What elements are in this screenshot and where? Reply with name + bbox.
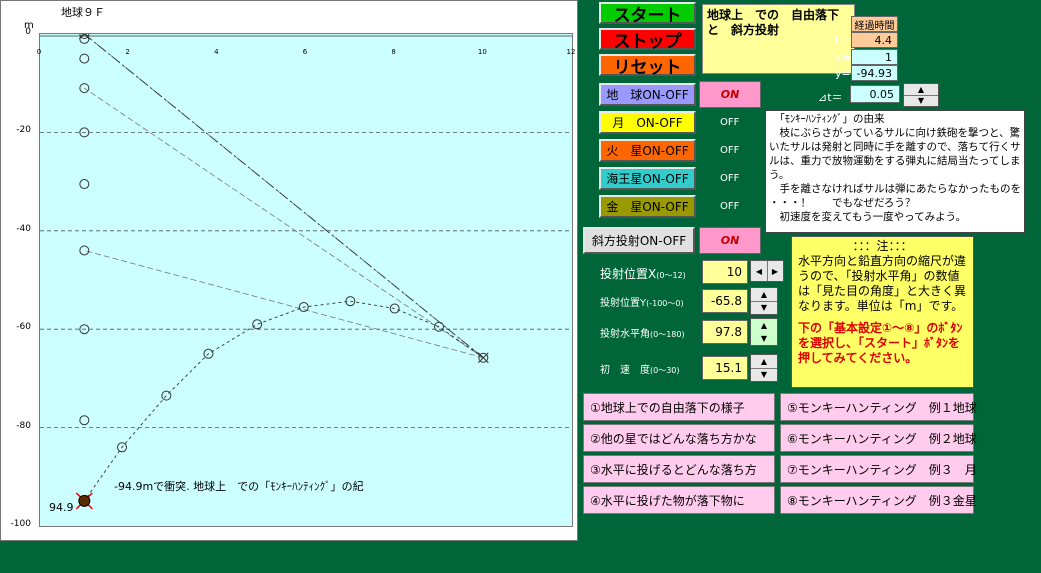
projectile-trajectory <box>83 300 484 502</box>
start-button[interactable]: スタート <box>599 2 696 26</box>
y-tick-label: -80 <box>16 420 31 431</box>
x-tick-label: 0 <box>36 48 42 56</box>
parameter-label: 投射位置X(0～12) <box>600 265 686 282</box>
planet-state: OFF <box>720 145 740 156</box>
spinner-down-icon[interactable]: ▼ <box>751 301 777 314</box>
collision-point <box>78 494 91 507</box>
x-tick-label: 12 <box>566 48 576 56</box>
falling-point <box>79 179 90 190</box>
impact-message: -94.9mで衝突. 地球上 での「ﾓﾝｷｰﾊﾝﾃｨﾝｸﾞ」の紀 <box>114 480 364 493</box>
planet-toggle-button[interactable]: 火 星ON-OFF <box>599 139 696 162</box>
preset-button-1[interactable]: ①地球上での自由落下の様子 <box>583 393 775 421</box>
note-box: ：：：注：：： 水平方向と鉛直方向の縮尺が違うので、「投射水平角」の数値は「見た… <box>791 236 974 388</box>
elapsed-header: 経過時間 <box>851 16 898 32</box>
x-value: 1 <box>851 49 898 65</box>
preset-button-6[interactable]: ⑥モンキーハンティング 例２地球 <box>780 424 977 452</box>
sight-line <box>84 87 484 359</box>
oblique-state: ON <box>699 227 761 254</box>
preset-button-7[interactable]: ⑦モンキーハンティング 例３ 月 <box>780 455 977 483</box>
falling-point <box>79 53 90 64</box>
preset-button-3[interactable]: ③水平に投げるとどんな落ち方 <box>583 455 775 483</box>
note-instruction: 下の「基本設定①～⑧」のﾎﾞﾀﾝを選択し、「スタート」ﾎﾞﾀﾝを押してみてくださ… <box>798 321 963 365</box>
note-body: 水平方向と鉛直方向の縮尺が違うので、「投射水平角」の数値は「見た目の角度」と大き… <box>798 254 967 313</box>
parameter-spinner[interactable]: ◀ ▶ <box>750 260 784 282</box>
x-tick-label: 6 <box>302 48 308 56</box>
planet-toggle-button[interactable]: 金 星ON-OFF <box>599 195 696 218</box>
preset-button-2[interactable]: ②他の星ではどんな落ち方かな <box>583 424 775 452</box>
preset-button-8[interactable]: ⑧モンキーハンティング 例３金星 <box>780 486 977 514</box>
y-tick-label: -40 <box>16 223 31 234</box>
projectile-point <box>252 319 263 330</box>
note-head: ：：：注：：： <box>852 239 913 253</box>
falling-point <box>79 83 90 94</box>
sight-line <box>84 250 484 359</box>
spinner-up-icon[interactable]: ▲ <box>751 319 777 333</box>
spinner-up-icon[interactable]: ▲ <box>751 288 777 302</box>
y-label: y= <box>835 67 851 80</box>
scenario-title: 地球上 での 自由落下と 斜方投射 <box>702 4 855 74</box>
projectile-point <box>161 390 172 401</box>
spinner-right-icon[interactable]: ▶ <box>767 261 783 281</box>
spinner-up-icon[interactable]: ▲ <box>751 355 777 369</box>
planet-state: OFF <box>720 117 740 128</box>
x-tick-label: 8 <box>391 48 396 56</box>
chart-frame: 地球９Ｆ m -94.9mで衝突. 地球上 での「ﾓﾝｷｰﾊﾝﾃｨﾝｸﾞ」の紀 … <box>0 0 578 541</box>
planet-state: OFF <box>720 173 740 184</box>
monkey-hunting-text: 「ﾓﾝｷｰﾊﾝﾃｨﾝｸﾞ」の由来 枝にぶらさがっているサルに向け鉄砲を撃つと、驚… <box>765 110 1025 233</box>
reset-button[interactable]: リセット <box>599 54 696 78</box>
dt-value[interactable]: 0.05 <box>850 85 900 103</box>
parameter-value[interactable]: 97.8 <box>702 320 748 344</box>
parameter-name: 初 速 度 <box>600 365 650 376</box>
parameter-label: 投射水平角(0～180) <box>600 325 685 340</box>
parameter-spinner[interactable]: ▲ ▼ <box>750 318 778 346</box>
stop-button[interactable]: ストップ <box>599 28 696 52</box>
preset-button-4[interactable]: ④水平に投げた物が落下物に <box>583 486 775 514</box>
parameter-spinner[interactable]: ▲ ▼ <box>750 287 778 315</box>
falling-point <box>79 245 90 256</box>
spinner-down-icon[interactable]: ▼ <box>751 332 777 345</box>
dt-spinner[interactable]: ▲ ▼ <box>903 83 939 107</box>
y-tick-label: -60 <box>16 322 31 333</box>
parameter-label: 投射位置Y(-100～0) <box>600 294 684 309</box>
plot-svg <box>40 28 572 510</box>
y-value: -94.93 <box>851 65 898 81</box>
x-tick-label: 4 <box>214 48 219 56</box>
parameter-name: 投射位置X <box>600 267 657 281</box>
parameter-value[interactable]: 10 <box>702 260 748 284</box>
parameter-range: (0～180) <box>650 330 685 339</box>
t-value: 4.4 <box>851 32 898 48</box>
parameter-value[interactable]: 15.1 <box>702 356 748 380</box>
parameter-range: (0～30) <box>650 366 680 375</box>
parameter-label: 初 速 度(0～30) <box>600 361 680 376</box>
parameter-spinner[interactable]: ▲ ▼ <box>750 354 778 382</box>
planet-state: OFF <box>720 201 740 212</box>
oblique-toggle-button[interactable]: 斜方投射ON-OFF <box>583 227 695 254</box>
parameter-name: 投射位置Y <box>600 298 647 309</box>
parameter-range: (-100～0) <box>646 299 684 308</box>
impact-y-readout: 94.9 <box>49 501 74 514</box>
x-tick-label: 2 <box>125 48 130 56</box>
t-label: t= <box>835 34 849 47</box>
parameter-range: (0～12) <box>656 271 686 280</box>
falling-point <box>79 415 90 426</box>
parameter-value[interactable]: -65.8 <box>702 289 748 313</box>
x-label: x= <box>835 51 851 64</box>
y-tick-label: -100 <box>10 519 31 529</box>
x-tick-label: 10 <box>477 48 487 56</box>
parameter-name: 投射水平角 <box>600 329 650 340</box>
preset-button-5[interactable]: ⑤モンキーハンティング 例１地球 <box>780 393 977 421</box>
dt-label: ⊿t＝ <box>818 91 843 104</box>
spinner-left-icon[interactable]: ◀ <box>751 261 768 281</box>
aim-line <box>84 33 484 359</box>
y-tick-label: -20 <box>16 125 31 136</box>
planet-toggle-button[interactable]: 地 球ON-OFF <box>599 83 696 106</box>
y-tick-label: 0 <box>25 27 31 37</box>
chart-title: 地球９Ｆ <box>61 6 105 19</box>
plot-area <box>39 28 573 527</box>
planet-toggle-button[interactable]: 月 ON-OFF <box>599 111 696 134</box>
planet-toggle-button[interactable]: 海王星ON-OFF <box>599 167 696 190</box>
spinner-down-icon[interactable]: ▼ <box>751 368 777 381</box>
spinner-down-icon[interactable]: ▼ <box>904 95 938 106</box>
planet-state: ON <box>699 81 761 108</box>
